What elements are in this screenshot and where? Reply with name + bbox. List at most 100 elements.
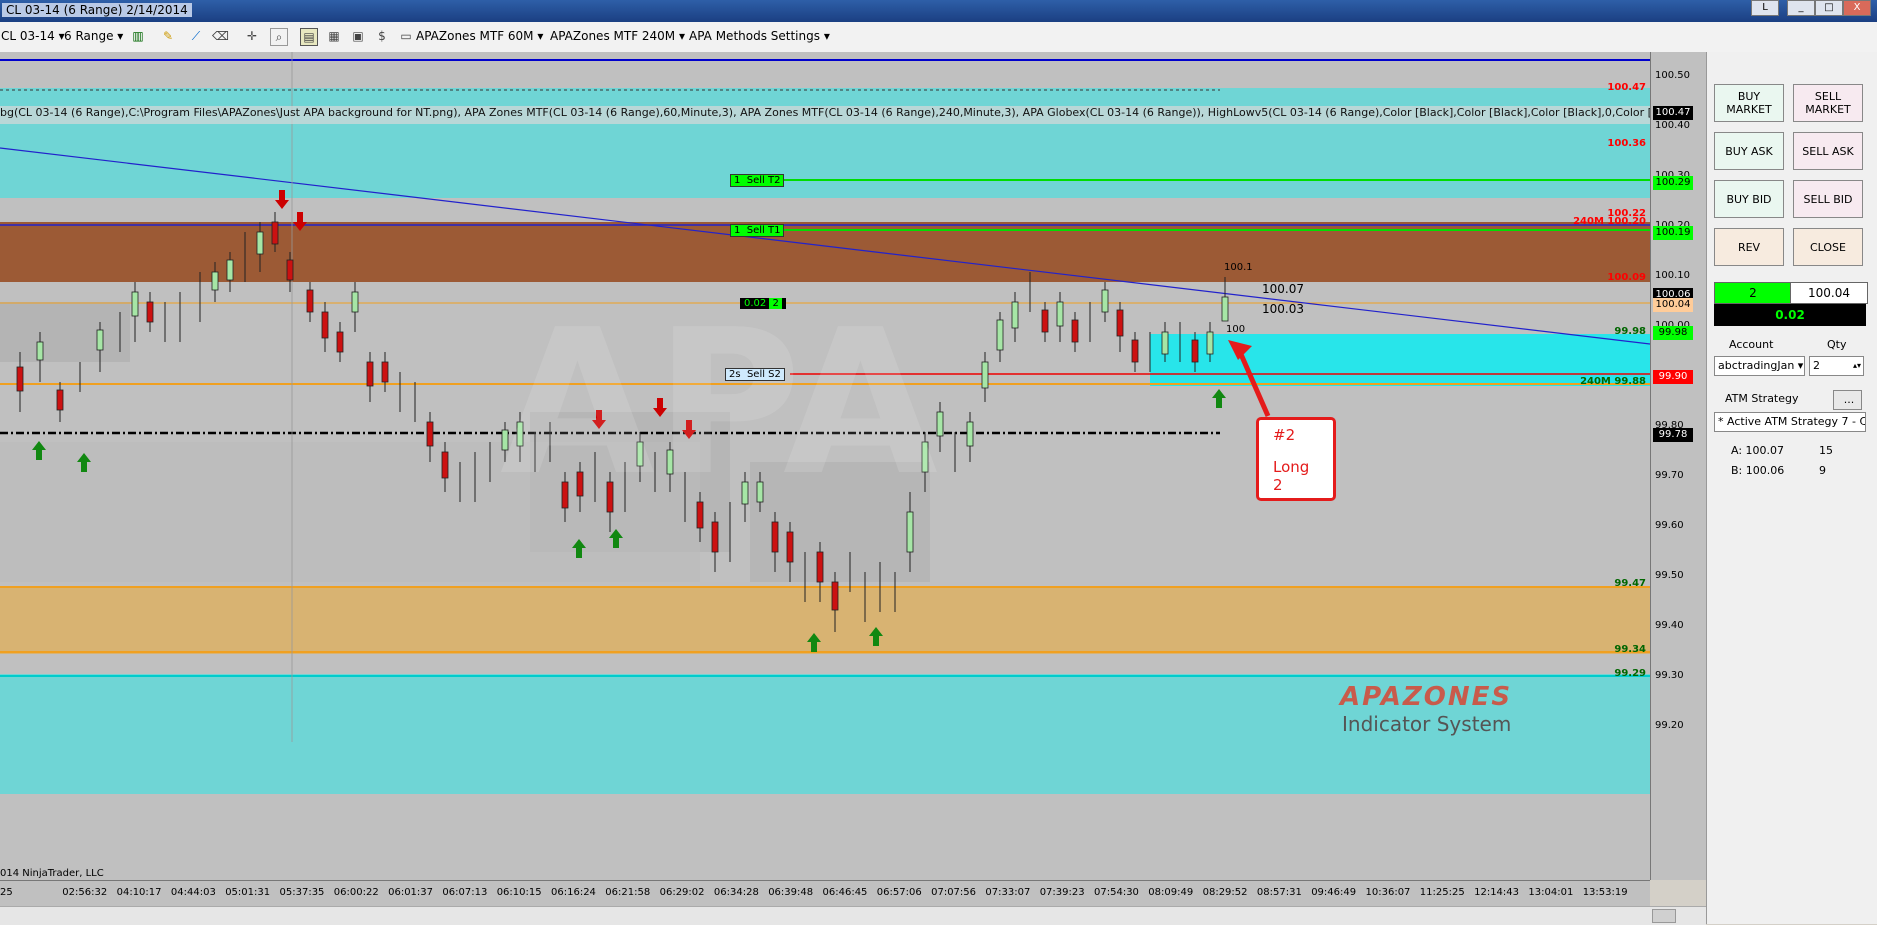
qty-input[interactable]: 2 ▴▾ [1809,356,1864,376]
price-tick-label: 100.50 [1655,70,1690,81]
callout-title: #2 [1273,426,1296,444]
apazones-tagline: Indicator System [1342,712,1512,736]
time-tick-label: 06:07:13 [442,887,488,898]
time-tick-label: 06:16:24 [551,887,596,898]
zone-price-label: 99.29 [1614,668,1646,679]
bid-size: 9 [1819,464,1826,477]
ask-quote: A: 100.07 [1731,444,1785,457]
link-button[interactable]: L [1751,0,1779,16]
eraser-icon[interactable]: ⌫ [212,28,229,44]
trade-callout: #2 Long 2 [1256,417,1336,501]
ask-price-label: 100.07 [1262,282,1304,296]
time-tick-label: 06:34:28 [713,887,759,898]
close-position-button[interactable]: CLOSE [1793,228,1863,266]
dollar-icon[interactable]: $ [374,28,390,44]
time-tick-label: 06:29:02 [659,887,705,898]
price-tick-label: 99.60 [1655,520,1684,531]
price-marker-tag: 100.04 [1653,298,1693,312]
time-tick-label: 08:57:31 [1256,887,1302,898]
minimize-button[interactable]: _ [1787,0,1815,16]
time-tick-label: 09:46:49 [1311,887,1357,898]
title-bar: CL 03-14 (6 Range) 2/14/2014 L _ □ X [0,0,1877,22]
window-title: CL 03-14 (6 Range) 2/14/2014 [2,3,192,17]
price-tick-label: 99.30 [1655,670,1684,681]
price-chart[interactable]: APA bg(CL 03-14 (6 Range),C:\Program Fil… [0,52,1650,880]
price-tick-label: 99.40 [1655,620,1684,631]
crosshair-icon[interactable]: ✛ [244,28,260,44]
price-tick-label: 100.40 [1655,120,1690,131]
zone-price-label: 99.47 [1614,578,1646,589]
template-60m[interactable]: APAZones MTF 60M ▾ [416,29,543,43]
zone-price-label: 100.09 [1607,272,1646,283]
order-sell-s2[interactable]: 2s Sell S2 [725,368,785,381]
unrealized-pnl: 0.02 [1714,304,1866,326]
time-tick-label: 06:10:15 [496,887,542,898]
time-tick-label: 07:54:30 [1094,887,1139,898]
account-label: Account [1729,338,1774,351]
scroll-thumb[interactable] [1652,909,1676,923]
indicators-icon[interactable]: ▤ [300,28,318,46]
atm-strategy-select[interactable]: * Active ATM Strategy 7 - C [1714,412,1866,432]
order-sell-t1[interactable]: 1 Sell T1 [730,224,785,237]
svg-text:APA: APA [500,287,938,520]
time-tick-label: 04:10:17 [116,887,162,898]
instrument-selector[interactable]: CL 03-14 ▾ [1,29,65,43]
properties-icon[interactable]: ▣ [350,28,366,44]
price-tick-label: 100.10 [1655,270,1690,281]
interval-selector[interactable]: 6 Range ▾ [64,29,123,43]
zone-price-label: 240M 100.20 [1573,216,1646,227]
sell-ask-button[interactable]: SELL ASK [1793,132,1863,170]
price-marker-tag: 99.98 [1653,326,1693,340]
bar-low-label: 100 [1226,324,1246,335]
order-sell-t2[interactable]: 1 Sell T2 [730,174,785,187]
price-marker-tag: 99.90 [1653,370,1693,384]
bid-quote: B: 100.06 [1731,464,1785,477]
chart-canvas: APA [0,52,1650,794]
time-tick-label: 06:21:58 [605,887,651,898]
account-select[interactable]: abctradingJan ▾ [1714,356,1805,376]
time-tick-label: 08:29:52 [1202,887,1248,898]
buy-ask-button[interactable]: BUY ASK [1714,132,1784,170]
time-tick-label: 04:44:03 [170,887,216,898]
ask-size: 15 [1819,444,1833,457]
time-tick-label: 05:01:31 [225,887,271,898]
price-marker-tag: 100.19 [1653,226,1693,240]
price-axis-column[interactable]: 100.50100.40100.30100.20100.10100.0099.9… [1650,52,1707,880]
callout-text: Long 2 [1273,458,1310,494]
zone-price-label: 100.47 [1607,82,1646,93]
time-tick-label: 10:36:07 [1365,887,1411,898]
template-240m[interactable]: APAZones MTF 240M ▾ [550,29,685,43]
zoom-icon[interactable]: ⌕ [270,28,288,46]
qty-label: Qty [1827,338,1847,351]
template-settings[interactable]: APA Methods Settings ▾ [689,29,830,43]
buy-bid-button[interactable]: BUY BID [1714,180,1784,218]
time-tick-label: 06:46:45 [822,887,868,898]
close-window-button[interactable]: X [1843,0,1871,16]
bar-type-icon[interactable]: ▥ [130,28,146,44]
reverse-button[interactable]: REV [1714,228,1784,266]
price-tick-label: 99.20 [1655,720,1684,731]
strategies-icon[interactable]: ▦ [326,28,342,44]
price-tick-label: 99.70 [1655,470,1684,481]
horizontal-scrollbar[interactable] [0,906,1706,925]
pencil-icon[interactable]: ✎ [160,28,176,44]
draw-tool-icon[interactable]: ⟋ [188,28,204,44]
zone-price-label: 100.36 [1607,138,1646,149]
position-qty: 2 [1714,282,1792,304]
time-tick-label: 12:14:43 [1474,887,1520,898]
time-tick-label: 07:07:56 [931,887,977,898]
price-marker-tag: 100.47 [1653,106,1693,120]
template-icon[interactable]: ▭ [398,28,414,44]
time-tick-label: 11:25:25 [1419,887,1465,898]
time-axis-strip[interactable]: 25 02:56:32 04:10:17 04:44:03 05:01:31 05:37:… [0,880,1650,907]
atm-settings-button[interactable]: ... [1833,390,1862,410]
buy-market-button[interactable]: BUY MARKET [1714,84,1784,122]
sell-market-button[interactable]: SELL MARKET [1793,84,1863,122]
bar-high-label: 100.1 [1224,262,1253,273]
maximize-button[interactable]: □ [1815,0,1843,16]
position-pnl-marker[interactable]: 0.02 2 [740,298,786,309]
time-tick-label: 06:57:06 [876,887,922,898]
atm-strategy-label: ATM Strategy [1725,392,1799,405]
time-tick-label: 13:04:01 [1528,887,1574,898]
sell-bid-button[interactable]: SELL BID [1793,180,1863,218]
